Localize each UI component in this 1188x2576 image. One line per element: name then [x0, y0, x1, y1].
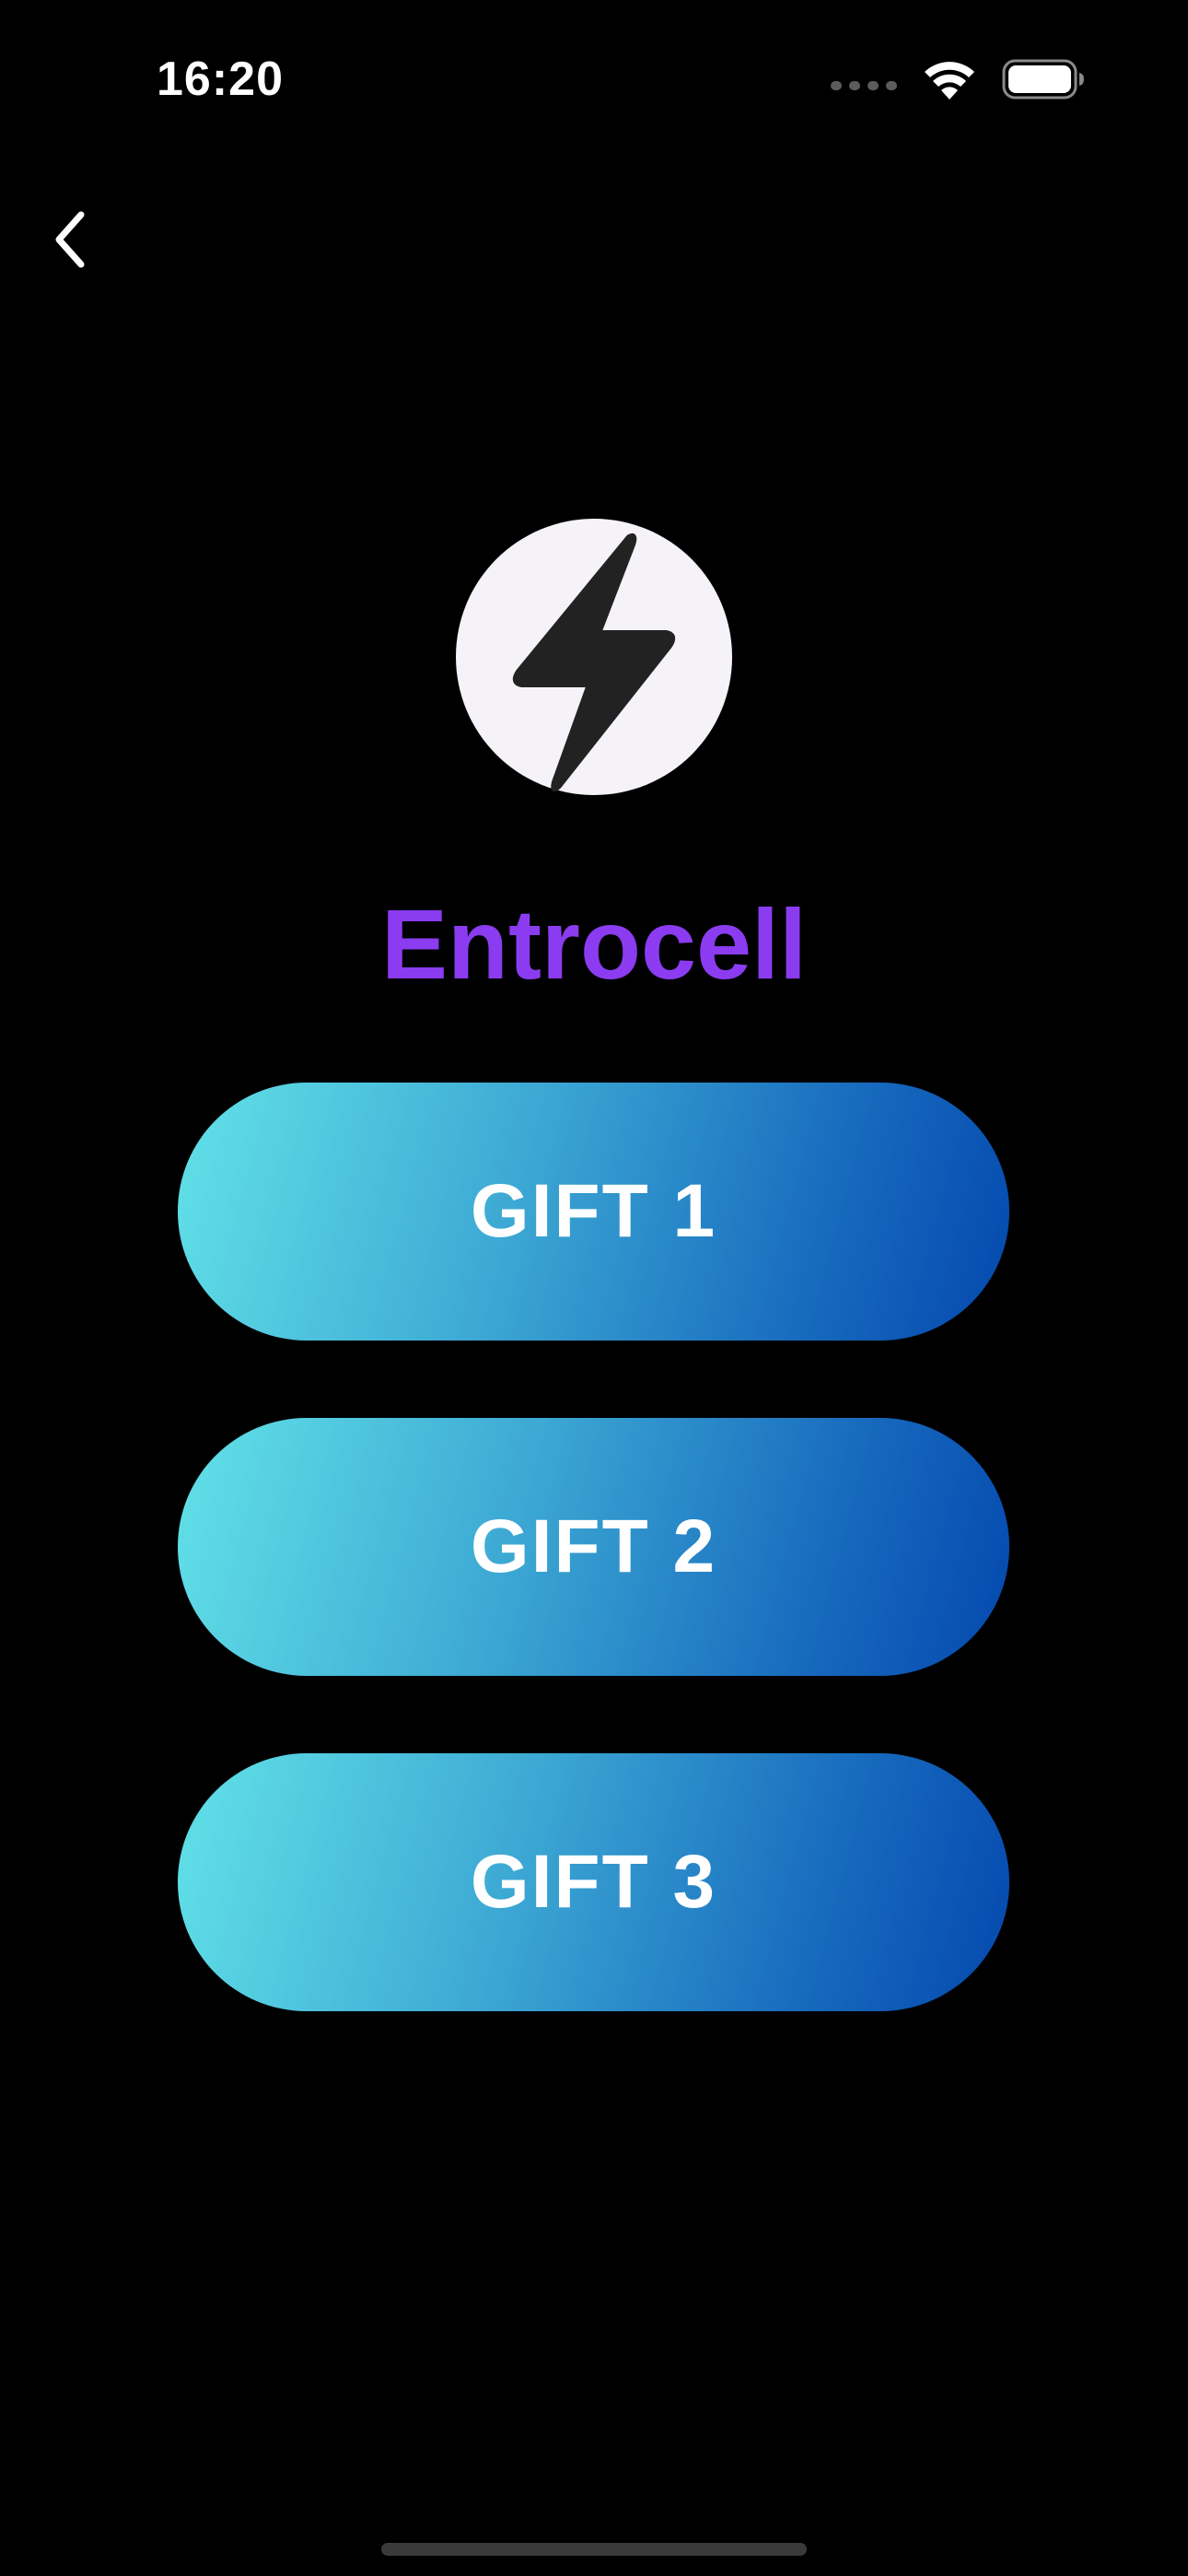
gift-3-button[interactable]: GIFT 3: [178, 1753, 1009, 2011]
app-name: Entrocell: [380, 888, 808, 1000]
gift-3-label: GIFT 3: [470, 1840, 717, 1924]
gift-1-button[interactable]: GIFT 1: [178, 1083, 1009, 1341]
lightning-bolt-icon: [512, 533, 676, 792]
status-bar: 16:20: [0, 0, 1188, 157]
cellular-signal-icon: [831, 81, 897, 90]
back-button[interactable]: [28, 193, 111, 286]
status-time: 16:20: [157, 53, 284, 106]
app-logo: [456, 519, 732, 795]
gift-1-label: GIFT 1: [470, 1169, 717, 1253]
wifi-icon: [923, 59, 976, 100]
battery-icon: [1002, 59, 1085, 100]
chevron-left-icon: [55, 211, 85, 268]
gift-2-label: GIFT 2: [470, 1505, 717, 1588]
home-indicator[interactable]: [381, 2543, 807, 2556]
status-icons: [831, 57, 1085, 101]
gift-2-button[interactable]: GIFT 2: [178, 1418, 1009, 1676]
gift-list: GIFT 1 GIFT 2 GIFT 3: [178, 1083, 1009, 2089]
